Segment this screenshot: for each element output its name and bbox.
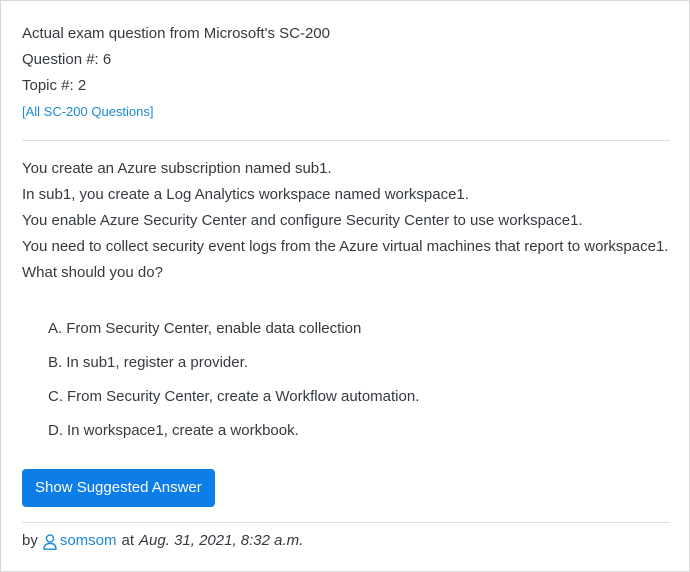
footer-divider [22,522,670,523]
choices-list: A. From Security Center, enable data coll… [48,316,668,452]
choice-c[interactable]: C. From Security Center, create a Workflo… [48,384,668,418]
show-suggested-answer-button[interactable]: Show Suggested Answer [22,469,215,507]
question-card: Actual exam question from Microsoft's SC… [0,0,690,572]
topic-number: Topic #: 2 [22,77,87,94]
user-icon [43,533,57,550]
choice-letter: A. [48,320,63,337]
choice-b[interactable]: B. In sub1, register a provider. [48,350,668,384]
at-label: at [121,532,135,549]
choice-letter: B. [48,354,63,371]
username-link[interactable]: somsom [60,528,117,554]
choice-d[interactable]: D. In workspace1, create a workbook. [48,418,668,452]
choice-text: In sub1, register a provider. [66,354,248,371]
choice-letter: D. [48,422,63,439]
question-line: In sub1, you create a Log Analytics work… [22,186,469,203]
question-line: You enable Azure Security Center and con… [22,212,583,229]
all-questions-link[interactable]: [All SC-200 Questions] [22,99,672,125]
question-line: You create an Azure subscription named s… [22,160,332,177]
question-footer: by somsom at Aug. 31, 2021, 8:32 a.m. [22,528,303,554]
choice-text: From Security Center, enable data collec… [66,320,362,337]
question-line: You need to collect security event logs … [22,238,669,255]
question-header: Actual exam question from Microsoft's SC… [22,21,672,125]
choice-a[interactable]: A. From Security Center, enable data coll… [48,316,668,350]
exam-title: Actual exam question from Microsoft's SC… [22,25,330,42]
header-divider [22,140,670,141]
choice-letter: C. [48,388,63,405]
post-date: Aug. 31, 2021, 8:32 a.m. [139,532,304,549]
question-number: Question #: 6 [22,51,112,68]
question-line: What should you do? [22,264,163,281]
by-label: by [22,532,38,549]
question-body: You create an Azure subscription named s… [22,156,682,286]
choice-text: From Security Center, create a Workflow … [67,388,420,405]
choice-text: In workspace1, create a workbook. [67,422,299,439]
